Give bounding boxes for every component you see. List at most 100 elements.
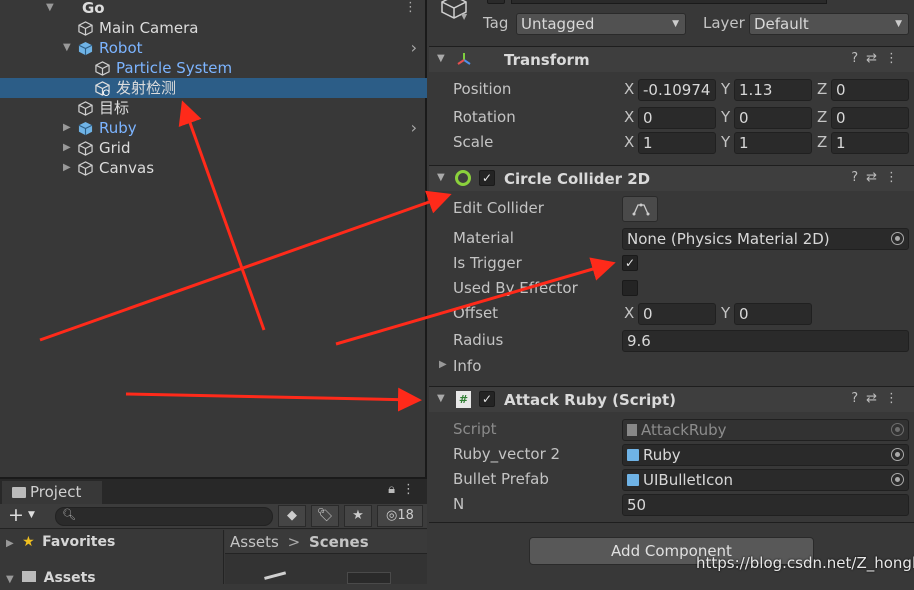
- hidden-packages-button[interactable]: ◎18: [377, 505, 423, 527]
- more-options-icon[interactable]: ⋮: [404, 0, 417, 18]
- edit-collider-button[interactable]: [622, 196, 658, 222]
- active-checkbox[interactable]: [487, 0, 505, 4]
- layer-dropdown[interactable]: Default ▼: [749, 13, 909, 35]
- expand-arrow-icon[interactable]: ▼: [46, 0, 54, 18]
- breadcrumb-current[interactable]: Scenes: [309, 533, 369, 551]
- component-menu-icons[interactable]: ?⇄⋮: [851, 391, 906, 406]
- transform-header[interactable]: ▼ Transform ?⇄⋮: [429, 46, 914, 72]
- favorites-item[interactable]: ▶ ★ Favorites: [6, 532, 115, 552]
- attack-ruby-header[interactable]: ▼ # ✓ Attack Ruby (Script) ?⇄⋮: [429, 386, 914, 412]
- circle-collider-header[interactable]: ▼ ✓ Circle Collider 2D ?⇄⋮: [429, 165, 914, 191]
- hierarchy-panel: ▼ Go ⋮ Main Camera ▼ Robot › Particle Sy…: [0, 0, 427, 477]
- name-field[interactable]: [511, 0, 827, 4]
- hierarchy-item-ruby[interactable]: ▶ Ruby ›: [0, 118, 427, 138]
- search-icon: 🔍︎: [62, 508, 76, 521]
- hierarchy-item-particle-system[interactable]: Particle System: [0, 58, 427, 78]
- position-y-field[interactable]: 1.13: [734, 79, 812, 101]
- component-enabled-checkbox[interactable]: ✓: [479, 391, 495, 407]
- info-foldout[interactable]: Info: [453, 357, 481, 375]
- hierarchy-item-robot[interactable]: ▼ Robot ›: [0, 38, 427, 58]
- script-field: AttackRuby: [622, 419, 909, 441]
- gameobject-cube-icon: [78, 21, 93, 36]
- collapse-arrow-icon[interactable]: ▶: [63, 138, 71, 158]
- hierarchy-item-canvas[interactable]: ▶ Canvas: [0, 158, 427, 178]
- gameobject-cube-icon: [95, 61, 110, 76]
- chevron-down-icon[interactable]: ▼: [28, 510, 35, 520]
- radius-field[interactable]: 9.6: [622, 330, 909, 352]
- asset-thumbnail[interactable]: [347, 572, 391, 584]
- csharp-script-icon: #: [456, 391, 471, 408]
- rotation-z-field[interactable]: 0: [831, 107, 909, 129]
- project-toolbar: + ▼ 🔍︎ ◆ 🏷︎ ★ ◎18: [0, 504, 427, 529]
- gameobject-cube-icon: [78, 141, 93, 156]
- hierarchy-item-target[interactable]: 目标: [0, 98, 427, 118]
- gameobject-cube-icon: [78, 101, 93, 116]
- tab-project[interactable]: Project: [2, 481, 102, 504]
- assets-item[interactable]: ▼ Assets: [6, 568, 96, 588]
- favorites-star-button[interactable]: ★: [344, 505, 372, 527]
- component-enabled-checkbox[interactable]: ✓: [479, 170, 495, 186]
- scale-z-field[interactable]: 1: [831, 132, 909, 154]
- collapse-arrow-icon[interactable]: ▶: [6, 538, 14, 549]
- bullet-prefab-field[interactable]: UIBulletIcon: [622, 469, 909, 491]
- expand-arrow-icon[interactable]: ▼: [437, 393, 445, 404]
- lock-icon[interactable]: 🔒︎: [388, 482, 395, 497]
- eye-slash-icon: ◎: [386, 508, 398, 523]
- unity-scene-icon[interactable]: [264, 571, 288, 587]
- material-field[interactable]: None (Physics Material 2D): [622, 228, 909, 250]
- breadcrumb-root[interactable]: Assets: [230, 533, 279, 551]
- collapse-arrow-icon[interactable]: ▶: [439, 359, 447, 370]
- more-options-icon[interactable]: ⋮: [402, 482, 415, 497]
- object-picker-icon[interactable]: [891, 448, 904, 461]
- expand-arrow-icon[interactable]: ▼: [6, 574, 14, 585]
- chevron-down-icon: ▼: [672, 19, 679, 29]
- offset-y-field[interactable]: 0: [734, 303, 812, 325]
- position-x-field[interactable]: -0.10974: [638, 79, 716, 101]
- project-folder-tree: ▶ ★ Favorites ▼ Assets: [0, 530, 224, 586]
- project-tabbar: Project 🔒︎ ⋮: [0, 479, 427, 504]
- scale-y-field[interactable]: 1: [734, 132, 812, 154]
- chevron-down-icon[interactable]: ▼: [461, 12, 467, 21]
- expand-arrow-icon[interactable]: ▼: [437, 53, 445, 64]
- collapse-arrow-icon[interactable]: ▶: [63, 118, 71, 138]
- hierarchy-item-go[interactable]: ▼ Go ⋮: [0, 0, 427, 18]
- object-picker-icon[interactable]: [891, 232, 904, 245]
- project-assets-view: Assets > Scenes: [225, 530, 427, 587]
- expand-arrow-icon[interactable]: ▼: [63, 38, 71, 58]
- filter-by-label-button[interactable]: 🏷︎: [311, 505, 339, 527]
- expand-arrow-icon[interactable]: ▼: [437, 172, 445, 183]
- chevron-right-icon[interactable]: ›: [411, 118, 417, 138]
- add-button[interactable]: +: [8, 504, 24, 526]
- chevron-right-icon[interactable]: ›: [411, 38, 417, 58]
- divider: [429, 522, 914, 523]
- collapse-arrow-icon[interactable]: ▶: [63, 158, 71, 178]
- component-menu-icons[interactable]: ?⇄⋮: [851, 170, 906, 185]
- hierarchy-item-fire-detect[interactable]: 发射检测: [0, 78, 427, 98]
- rotation-y-field[interactable]: 0: [734, 107, 812, 129]
- folder-icon: [22, 571, 37, 582]
- prefab-cube-icon: [78, 121, 93, 136]
- star-icon: ★: [22, 534, 35, 550]
- hierarchy-item-main-camera[interactable]: Main Camera: [0, 18, 427, 38]
- used-by-effector-checkbox[interactable]: [622, 280, 638, 296]
- gameobject-cube-icon: [78, 161, 93, 176]
- object-picker-icon[interactable]: [891, 473, 904, 486]
- prefab-cube-icon: [78, 41, 93, 56]
- watermark: https://blog.csdn.net/Z_hongli: [696, 554, 914, 572]
- chevron-down-icon: ▼: [895, 19, 902, 29]
- is-trigger-checkbox[interactable]: ✓: [622, 255, 638, 271]
- scale-x-field[interactable]: 1: [638, 132, 716, 154]
- ruby-vector-field[interactable]: Ruby: [622, 444, 909, 466]
- component-menu-icons[interactable]: ?⇄⋮: [851, 51, 906, 66]
- offset-x-field[interactable]: 0: [638, 303, 716, 325]
- search-input[interactable]: 🔍︎: [55, 507, 273, 526]
- tag-dropdown[interactable]: Untagged ▼: [516, 13, 686, 35]
- folder-icon: [12, 487, 26, 498]
- n-field[interactable]: 50: [622, 494, 909, 516]
- position-z-field[interactable]: 0: [831, 79, 909, 101]
- hierarchy-item-grid[interactable]: ▶ Grid: [0, 138, 427, 158]
- prefab-cube-icon: [627, 449, 639, 461]
- rotation-x-field[interactable]: 0: [638, 107, 716, 129]
- filter-by-type-button[interactable]: ◆: [278, 505, 306, 527]
- breadcrumb: Assets > Scenes: [225, 530, 427, 554]
